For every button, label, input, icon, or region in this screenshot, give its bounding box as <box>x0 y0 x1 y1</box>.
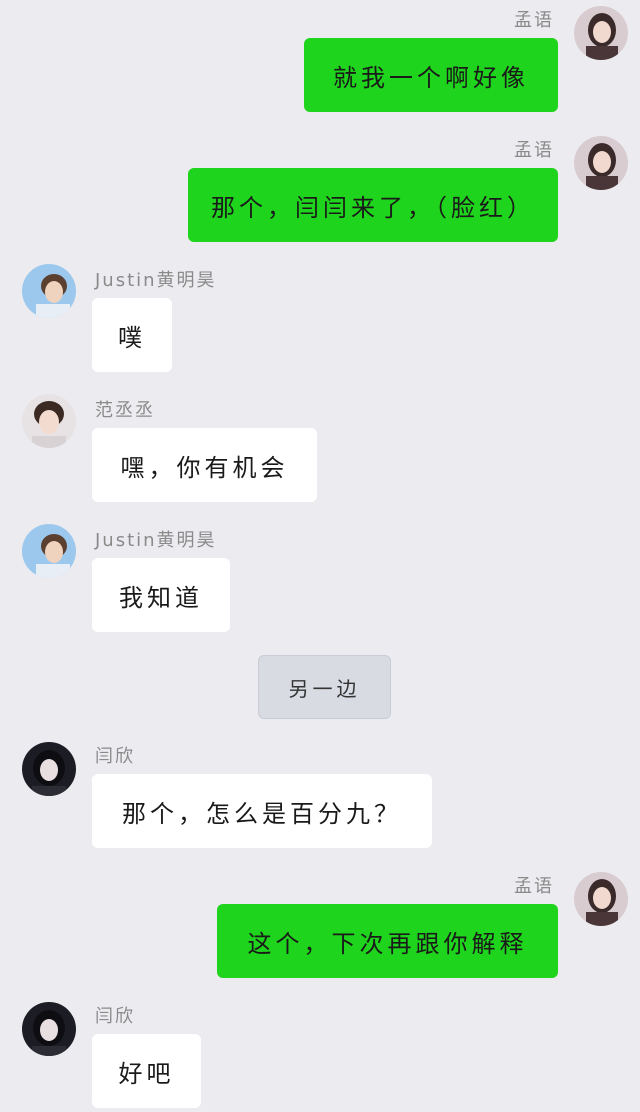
avatar[interactable] <box>22 742 76 796</box>
avatar[interactable] <box>22 1002 76 1056</box>
avatar[interactable] <box>574 6 628 60</box>
boy-blue-avatar-icon <box>22 264 76 318</box>
avatar[interactable] <box>574 136 628 190</box>
avatar[interactable] <box>574 872 628 926</box>
sender-name: 孟语 <box>514 140 554 161</box>
message-bubble[interactable]: 这个，下次再跟你解释 <box>217 904 558 978</box>
avatar[interactable] <box>22 264 76 318</box>
sender-name: 孟语 <box>514 10 554 31</box>
message-bubble[interactable]: 嘿，你有机会 <box>92 428 317 502</box>
boy-blue-avatar-icon <box>22 524 76 578</box>
sender-name: Justin黄明昊 <box>95 530 217 551</box>
girl-dark-avatar-icon <box>22 742 76 796</box>
scene-change-label: 另一边 <box>258 655 391 719</box>
sender-name: 孟语 <box>514 876 554 897</box>
sender-name: 范丞丞 <box>95 400 155 421</box>
avatar[interactable] <box>22 524 76 578</box>
message-bubble[interactable]: 好吧 <box>92 1034 201 1108</box>
message-bubble[interactable]: 就我一个啊好像 <box>304 38 558 112</box>
sender-name: Justin黄明昊 <box>95 270 217 291</box>
message-bubble[interactable]: 那个，怎么是百分九？ <box>92 774 432 848</box>
sender-name: 闫欣 <box>95 746 135 767</box>
boy-portrait-avatar-icon <box>22 394 76 448</box>
message-bubble[interactable]: 那个，闫闫来了，（脸红） <box>188 168 558 242</box>
message-bubble[interactable]: 我知道 <box>92 558 230 632</box>
message-bubble[interactable]: 噗 <box>92 298 172 372</box>
avatar[interactable] <box>22 394 76 448</box>
girl-photo-avatar-icon <box>574 136 628 190</box>
girl-dark-avatar-icon <box>22 1002 76 1056</box>
sender-name: 闫欣 <box>95 1006 135 1027</box>
girl-photo-avatar-icon <box>574 6 628 60</box>
girl-photo-avatar-icon <box>574 872 628 926</box>
